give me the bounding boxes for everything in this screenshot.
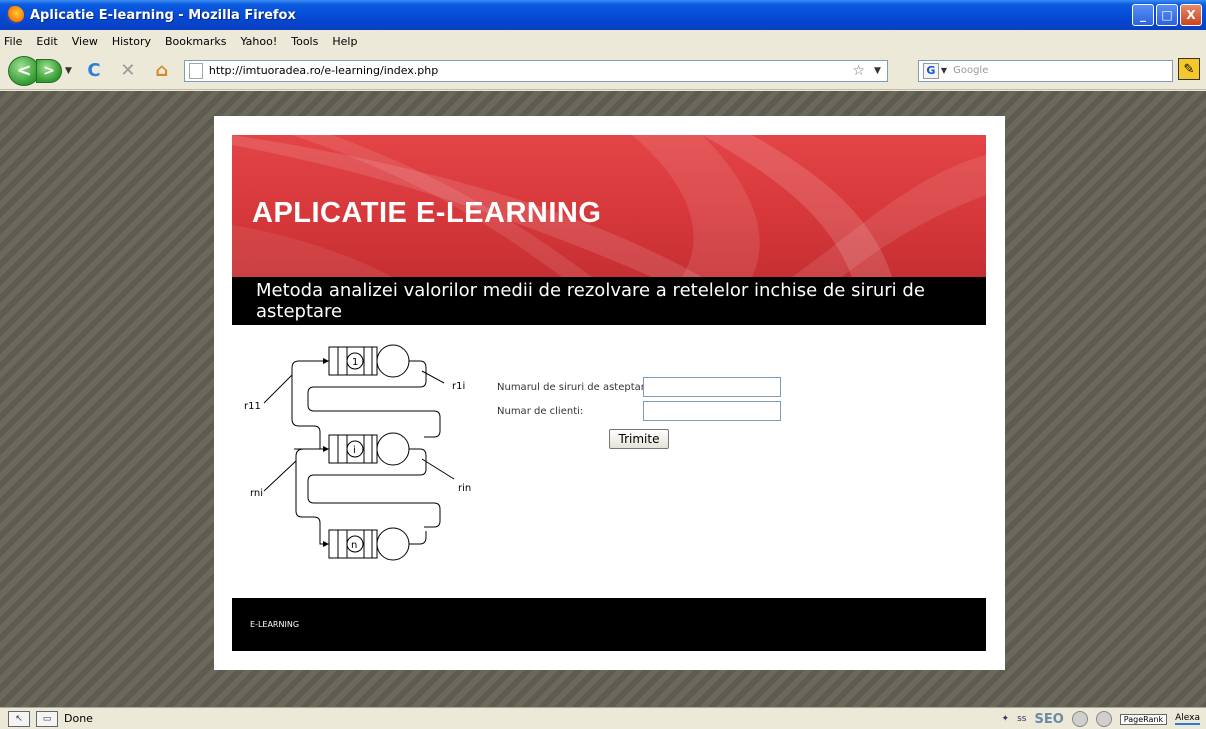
- window-controls: _ □ X: [1132, 4, 1202, 26]
- search-placeholder[interactable]: Google: [953, 65, 988, 76]
- navigation-toolbar: < > ▼ C ✕ ⌂ http://imtuoradea.ro/e-learn…: [0, 52, 1206, 90]
- submit-button[interactable]: Trimite: [609, 429, 669, 449]
- menu-bookmarks[interactable]: Bookmarks: [165, 35, 226, 48]
- menu-help[interactable]: Help: [332, 35, 357, 48]
- firefox-icon: [6, 6, 24, 24]
- maximize-button[interactable]: □: [1156, 4, 1178, 26]
- header-banner: APLICATIE E-LEARNING: [232, 135, 986, 277]
- menu-view[interactable]: View: [72, 35, 98, 48]
- station-n-label: n: [351, 540, 357, 551]
- station-i-label: i: [353, 445, 356, 456]
- r11-label: r11: [244, 401, 261, 412]
- bookmark-star-icon[interactable]: ☆: [852, 63, 865, 79]
- rin-label: rin: [458, 483, 471, 494]
- window-title-bar[interactable]: Aplicatie E-learning - Mozilla Firefox _…: [0, 0, 1206, 30]
- queues-label: Numarul de siruri de asteptare:: [497, 382, 655, 393]
- subtitle-bar: Metoda analizei valorilor medii de rezol…: [232, 277, 986, 325]
- menu-edit[interactable]: Edit: [36, 35, 57, 48]
- footer-text: E-LEARNING: [250, 620, 300, 629]
- back-forward-group: < > ▼: [8, 55, 72, 86]
- pencil-icon[interactable]: ✎: [1178, 58, 1200, 80]
- search-engine-dropdown-icon[interactable]: ▼: [941, 66, 947, 75]
- url-text[interactable]: http://imtuoradea.ro/e-learning/index.ph…: [209, 64, 438, 77]
- ruler-icon[interactable]: ▭: [36, 710, 58, 727]
- station-1-label: 1: [352, 357, 358, 368]
- queue-network-diagram: 1 i n r11 r1i rni rin: [244, 344, 471, 561]
- history-dropdown-icon[interactable]: ▼: [65, 66, 72, 76]
- at-icon[interactable]: [1095, 711, 1112, 727]
- banner-title: APLICATIE E-LEARNING: [252, 197, 602, 229]
- subtitle-text: Metoda analizei valorilor medii de rezol…: [256, 280, 925, 322]
- status-text: Done: [64, 712, 93, 725]
- page-container: APLICATIE E-LEARNING Metoda analizei val…: [214, 116, 1005, 670]
- menu-bar: File Edit View History Bookmarks Yahoo! …: [0, 30, 1206, 52]
- queues-input[interactable]: [643, 377, 781, 397]
- clients-input[interactable]: [643, 401, 781, 421]
- window-title: Aplicatie E-learning - Mozilla Firefox: [30, 7, 296, 23]
- cursor-icon[interactable]: ↖: [8, 710, 30, 727]
- url-bar[interactable]: http://imtuoradea.ro/e-learning/index.ph…: [183, 59, 888, 82]
- status-addons: ✦ ss SEO PageRank Alexa: [1002, 711, 1200, 727]
- clients-label: Numar de clienti:: [497, 406, 584, 417]
- forward-button[interactable]: >: [36, 58, 62, 83]
- seo-label[interactable]: SEO: [1034, 712, 1063, 727]
- menu-yahoo[interactable]: Yahoo!: [240, 35, 277, 48]
- page-viewport: APLICATIE E-LEARNING Metoda analizei val…: [0, 91, 1206, 707]
- stop-icon[interactable]: ✕: [116, 59, 140, 83]
- footer-bar: E-LEARNING: [232, 598, 986, 651]
- menu-file[interactable]: File: [4, 35, 22, 48]
- ss-label[interactable]: ss: [1017, 714, 1026, 724]
- search-bar[interactable]: G ▼ Google ⚲: [917, 59, 1195, 82]
- tools-icon[interactable]: ✦: [1002, 714, 1010, 724]
- menu-history[interactable]: History: [112, 35, 151, 48]
- rni-label: rni: [250, 488, 263, 499]
- page-icon: [188, 62, 203, 79]
- minimize-button[interactable]: _: [1132, 4, 1154, 26]
- alexa-label[interactable]: Alexa: [1175, 713, 1200, 725]
- search-engine-icon[interactable]: G: [922, 62, 939, 79]
- reload-icon[interactable]: C: [82, 59, 106, 83]
- gear-icon[interactable]: [1071, 711, 1088, 727]
- pagerank-label[interactable]: PageRank: [1119, 713, 1168, 725]
- close-button[interactable]: X: [1180, 4, 1202, 26]
- menu-tools[interactable]: Tools: [291, 35, 318, 48]
- url-dropdown-icon[interactable]: ▼: [874, 66, 881, 76]
- r1i-label: r1i: [452, 381, 465, 392]
- home-icon[interactable]: ⌂: [150, 59, 174, 83]
- status-bar: ↖ ▭ Done ✦ ss SEO PageRank Alexa: [0, 707, 1206, 729]
